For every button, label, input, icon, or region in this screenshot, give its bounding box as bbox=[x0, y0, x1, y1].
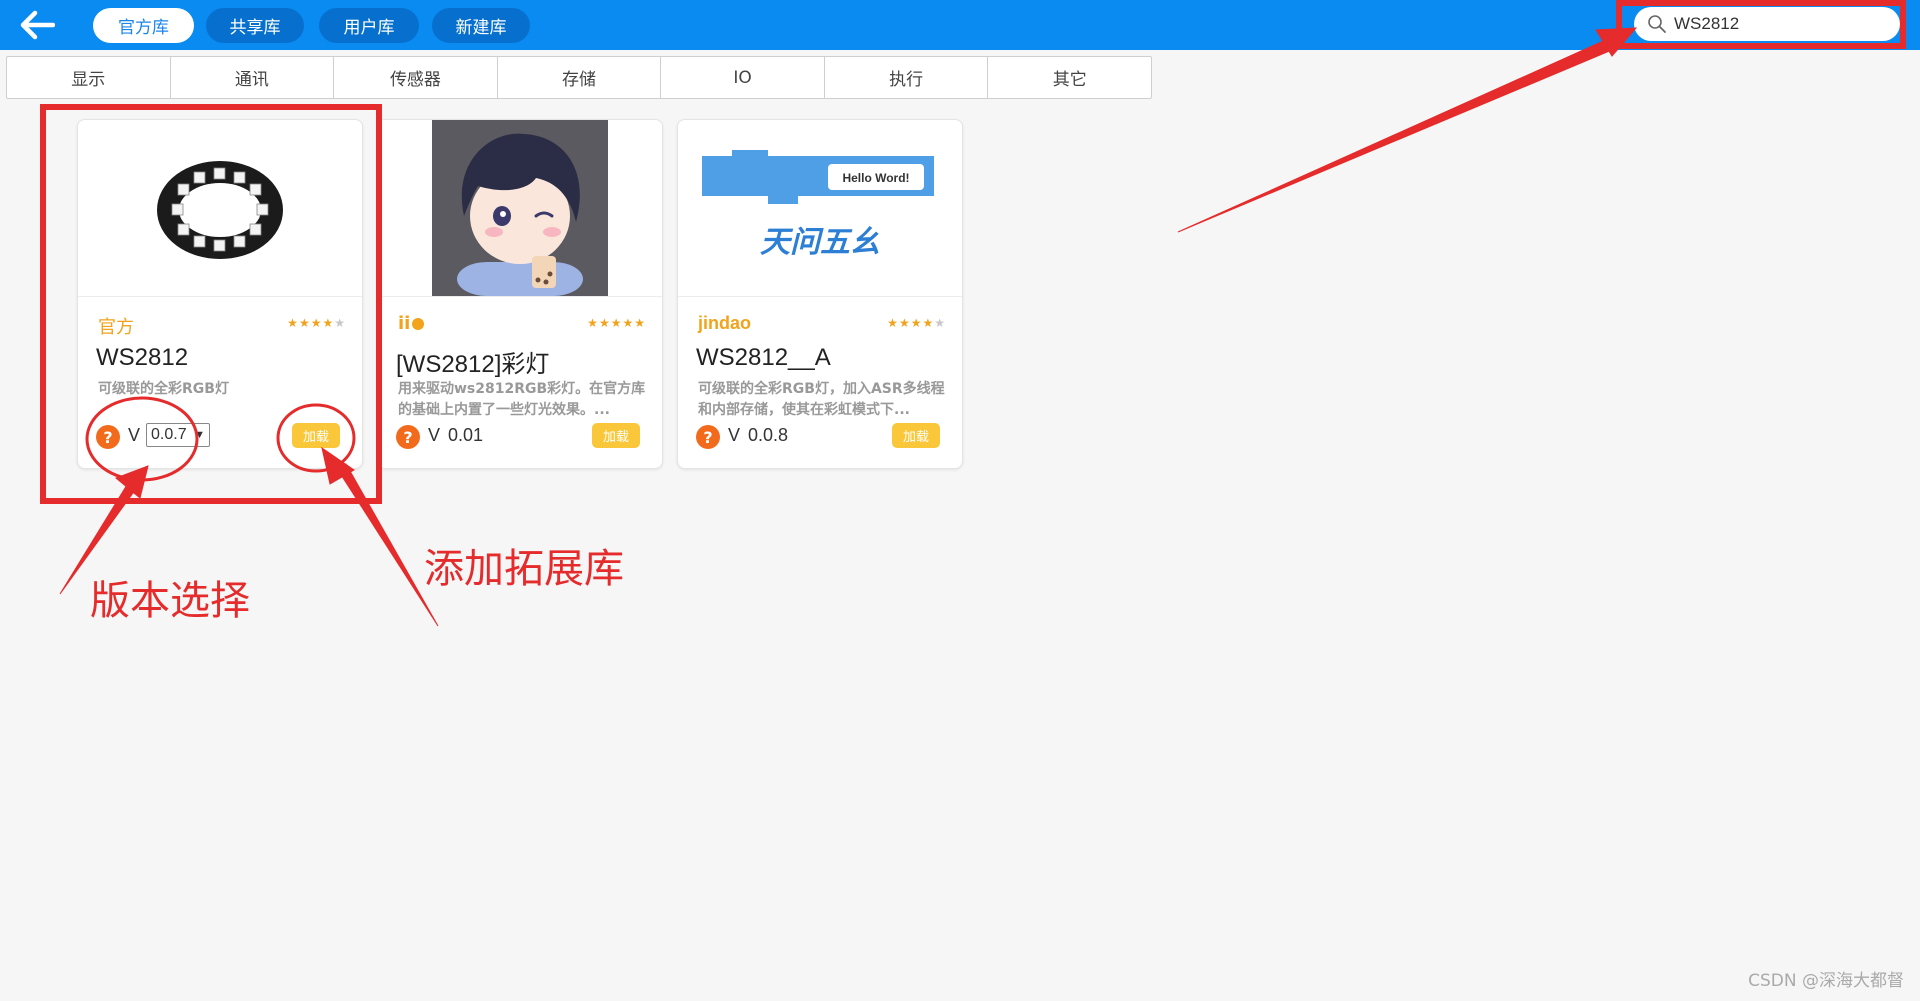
arrow-left-icon bbox=[20, 10, 55, 40]
card-description: 可级联的全彩RGB灯，加入ASR多线程和内部存储，使其在彩虹模式下... bbox=[698, 381, 945, 418]
load-button[interactable]: 加载 bbox=[592, 423, 640, 448]
author-badge-icon bbox=[412, 318, 425, 330]
load-button[interactable]: 加载 bbox=[292, 423, 340, 448]
search-input[interactable] bbox=[1674, 14, 1884, 34]
category-storage[interactable]: 存储 bbox=[498, 57, 662, 98]
category-actuator[interactable]: 执行 bbox=[825, 57, 989, 98]
card-author: 官方 bbox=[98, 317, 134, 338]
annotation-version-select: 版本选择 bbox=[90, 578, 250, 624]
tab-user-library[interactable]: 用户库 bbox=[319, 8, 419, 43]
card-title: WS2812 bbox=[96, 344, 189, 371]
help-icon[interactable]: ? bbox=[396, 425, 420, 449]
hello-word-block-icon: Hello Word! 天问五幺 bbox=[702, 150, 934, 260]
library-card: ii ★★★★★ [WS2812]彩灯 用来驱动ws2812RGB彩灯。在官方库… bbox=[377, 119, 663, 469]
category-communication[interactable]: 通讯 bbox=[171, 57, 335, 98]
arrow-to-search bbox=[1177, 37, 1613, 233]
back-button[interactable] bbox=[14, 6, 60, 44]
author-name: ii bbox=[398, 313, 411, 334]
library-card: 官方 ★★★★★ WS2812 可级联的全彩RGB灯 ? V 0.0.7 ▼ 加… bbox=[77, 119, 363, 469]
category-other[interactable]: 其它 bbox=[988, 57, 1151, 98]
load-button[interactable]: 加载 bbox=[892, 423, 940, 448]
watermark: CSDN @深海大都督 bbox=[1748, 971, 1904, 991]
search-box[interactable] bbox=[1634, 7, 1900, 41]
card-title: WS2812__A bbox=[696, 344, 831, 371]
version-value: 0.01 bbox=[448, 425, 484, 445]
card-author: jindao bbox=[698, 313, 751, 333]
category-display[interactable]: 显示 bbox=[7, 57, 171, 98]
arrow-to-load bbox=[337, 463, 439, 627]
anime-avatar-icon bbox=[432, 120, 608, 296]
version-value: 0.0.7 bbox=[151, 426, 187, 443]
led-ring-icon bbox=[157, 161, 283, 259]
rating-stars: ★★★★★ bbox=[587, 316, 646, 330]
dropdown-arrow-icon: ▼ bbox=[194, 429, 205, 441]
card-image bbox=[378, 120, 662, 297]
annotation-add-library: 添加拓展库 bbox=[424, 546, 624, 592]
version-prefix: V bbox=[728, 425, 741, 445]
top-bar: 官方库 共享库 用户库 新建库 bbox=[0, 0, 1920, 50]
tab-new-library[interactable]: 新建库 bbox=[432, 8, 530, 43]
tab-shared-library[interactable]: 共享库 bbox=[206, 8, 304, 43]
category-io[interactable]: IO bbox=[661, 57, 825, 98]
block-text: Hello Word! bbox=[842, 171, 909, 185]
card-image: Hello Word! 天问五幺 bbox=[678, 120, 962, 297]
search-icon bbox=[1648, 15, 1666, 33]
library-card: Hello Word! 天问五幺 jindao ★★★★★ WS2812__A … bbox=[677, 119, 963, 469]
version-value: 0.0.8 bbox=[748, 425, 789, 445]
card-description: 用来驱动ws2812RGB彩灯。在官方库的基础上内置了一些灯光效果。... bbox=[398, 381, 646, 418]
help-icon[interactable]: ? bbox=[96, 425, 120, 449]
rating-stars: ★★★★★ bbox=[287, 316, 346, 330]
card-author: ii bbox=[398, 313, 425, 334]
tab-official-library[interactable]: 官方库 bbox=[93, 8, 194, 43]
version-prefix: V bbox=[128, 425, 141, 445]
card-description: 可级联的全彩RGB灯 bbox=[98, 381, 229, 397]
category-bar: 显示 通讯 传感器 存储 IO 执行 其它 bbox=[6, 56, 1152, 99]
rating-stars: ★★★★★ bbox=[887, 316, 946, 330]
help-icon[interactable]: ? bbox=[696, 425, 720, 449]
category-sensor[interactable]: 传感器 bbox=[334, 57, 498, 98]
card-title: [WS2812]彩灯 bbox=[396, 351, 550, 378]
version-select[interactable]: 0.0.7 ▼ bbox=[146, 423, 210, 447]
svg-text:天问五幺: 天问五幺 bbox=[760, 225, 880, 260]
card-image bbox=[78, 120, 362, 297]
version-prefix: V bbox=[428, 425, 441, 445]
